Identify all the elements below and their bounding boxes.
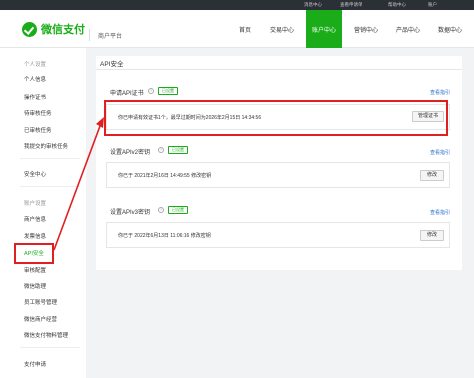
- title-divider: [96, 69, 462, 70]
- account-menu[interactable]: 账户: [428, 1, 437, 9]
- sidebar-item-staff-accounts[interactable]: 员工账号管理: [24, 298, 57, 306]
- nav-account[interactable]: 账户中心: [306, 10, 342, 48]
- sidebar-divider: [20, 347, 80, 348]
- page-title: API安全: [100, 61, 124, 68]
- logo-text: 微信支付: [41, 24, 85, 36]
- sidebar-item-api-security[interactable]: API安全: [24, 249, 44, 257]
- nav-trade[interactable]: 交易中心: [264, 10, 300, 48]
- apiv3-status-text: 你已于 2022年6月13日 11:06:16 修改密钥: [118, 233, 211, 239]
- sidebar-item-invoice[interactable]: 发票信息: [24, 232, 46, 240]
- help-link[interactable]: 帮助中心: [388, 1, 406, 9]
- nav-data[interactable]: 数据中心: [432, 10, 468, 48]
- status-badge: 已设置: [158, 87, 178, 95]
- question-icon[interactable]: ?: [158, 207, 164, 213]
- logo[interactable]: 微信支付: [22, 21, 85, 37]
- sidebar-item-assistant[interactable]: 微信助理: [24, 282, 46, 290]
- cert-status-text: 你已申请有效证书1个，最早过期时间为2026年2月15日 14:34:56: [118, 115, 262, 121]
- wechat-pay-logo-icon: [22, 21, 37, 37]
- applications-link[interactable]: 查看申请单: [340, 1, 363, 9]
- sidebar-group-account: 账户设置: [24, 201, 47, 207]
- nav-home[interactable]: 首页: [230, 10, 260, 48]
- section-apiv2-title: 设置APIv2密钥: [110, 150, 151, 156]
- status-badge: 已设置: [168, 206, 188, 214]
- status-badge: 已设置: [168, 146, 188, 154]
- question-icon[interactable]: ?: [158, 147, 164, 153]
- section-apiv3-title: 设置APIv3密钥: [110, 210, 151, 216]
- question-icon[interactable]: ?: [148, 88, 154, 94]
- sidebar-item-certificates[interactable]: 操作证书: [24, 93, 46, 101]
- sidebar-item-my-tasks[interactable]: 我提交的审核任务: [24, 142, 68, 150]
- sidebar-divider: [20, 186, 80, 187]
- sidebar-item-done-tasks[interactable]: 已审核任务: [24, 126, 52, 134]
- modify-apiv3-button[interactable]: 修改: [420, 230, 444, 241]
- apiv2-status-text: 你已于 2021年2月16日 14:49:55 修改密钥: [118, 173, 212, 179]
- nav-marketing[interactable]: 营销中心: [348, 10, 384, 48]
- guide-link[interactable]: 查看指引: [430, 209, 450, 216]
- modify-apiv2-button[interactable]: 修改: [420, 170, 444, 181]
- guide-link[interactable]: 查看指引: [430, 149, 450, 156]
- sidebar-item-pay-apply[interactable]: 支付申请: [24, 360, 46, 368]
- guide-link[interactable]: 查看指引: [430, 89, 450, 96]
- sidebar-item-pending-tasks[interactable]: 待审核任务: [24, 109, 52, 117]
- header: 微信支付 商户平台 首页 交易中心 账户中心 营销中心 产品中心 数据中心: [0, 10, 474, 48]
- sidebar-divider: [20, 158, 80, 159]
- sidebar-item-personal-info[interactable]: 个人信息: [24, 75, 46, 83]
- sidebar-item-merchant-info[interactable]: 商户信息: [24, 215, 46, 223]
- nav-product[interactable]: 产品中心: [390, 10, 426, 48]
- sidebar-group-personal: 个人设置: [24, 62, 47, 68]
- manage-cert-button[interactable]: 管理证书: [412, 111, 444, 122]
- sidebar-item-materials[interactable]: 微信支付物料管理: [24, 331, 68, 339]
- section-api-cert-title: 申请API证书: [110, 91, 144, 97]
- sidebar-item-merchant-business[interactable]: 微信商户经营: [24, 315, 57, 323]
- sidebar-item-security[interactable]: 安全中心: [24, 170, 46, 178]
- messages-link[interactable]: 消息中心: [304, 1, 322, 9]
- sidebar-item-review-config[interactable]: 审核配置: [24, 266, 46, 274]
- top-bar: 消息中心 查看申请单 帮助中心 账户: [0, 0, 474, 10]
- header-divider: [89, 29, 90, 41]
- header-subtitle: 商户平台: [98, 34, 123, 40]
